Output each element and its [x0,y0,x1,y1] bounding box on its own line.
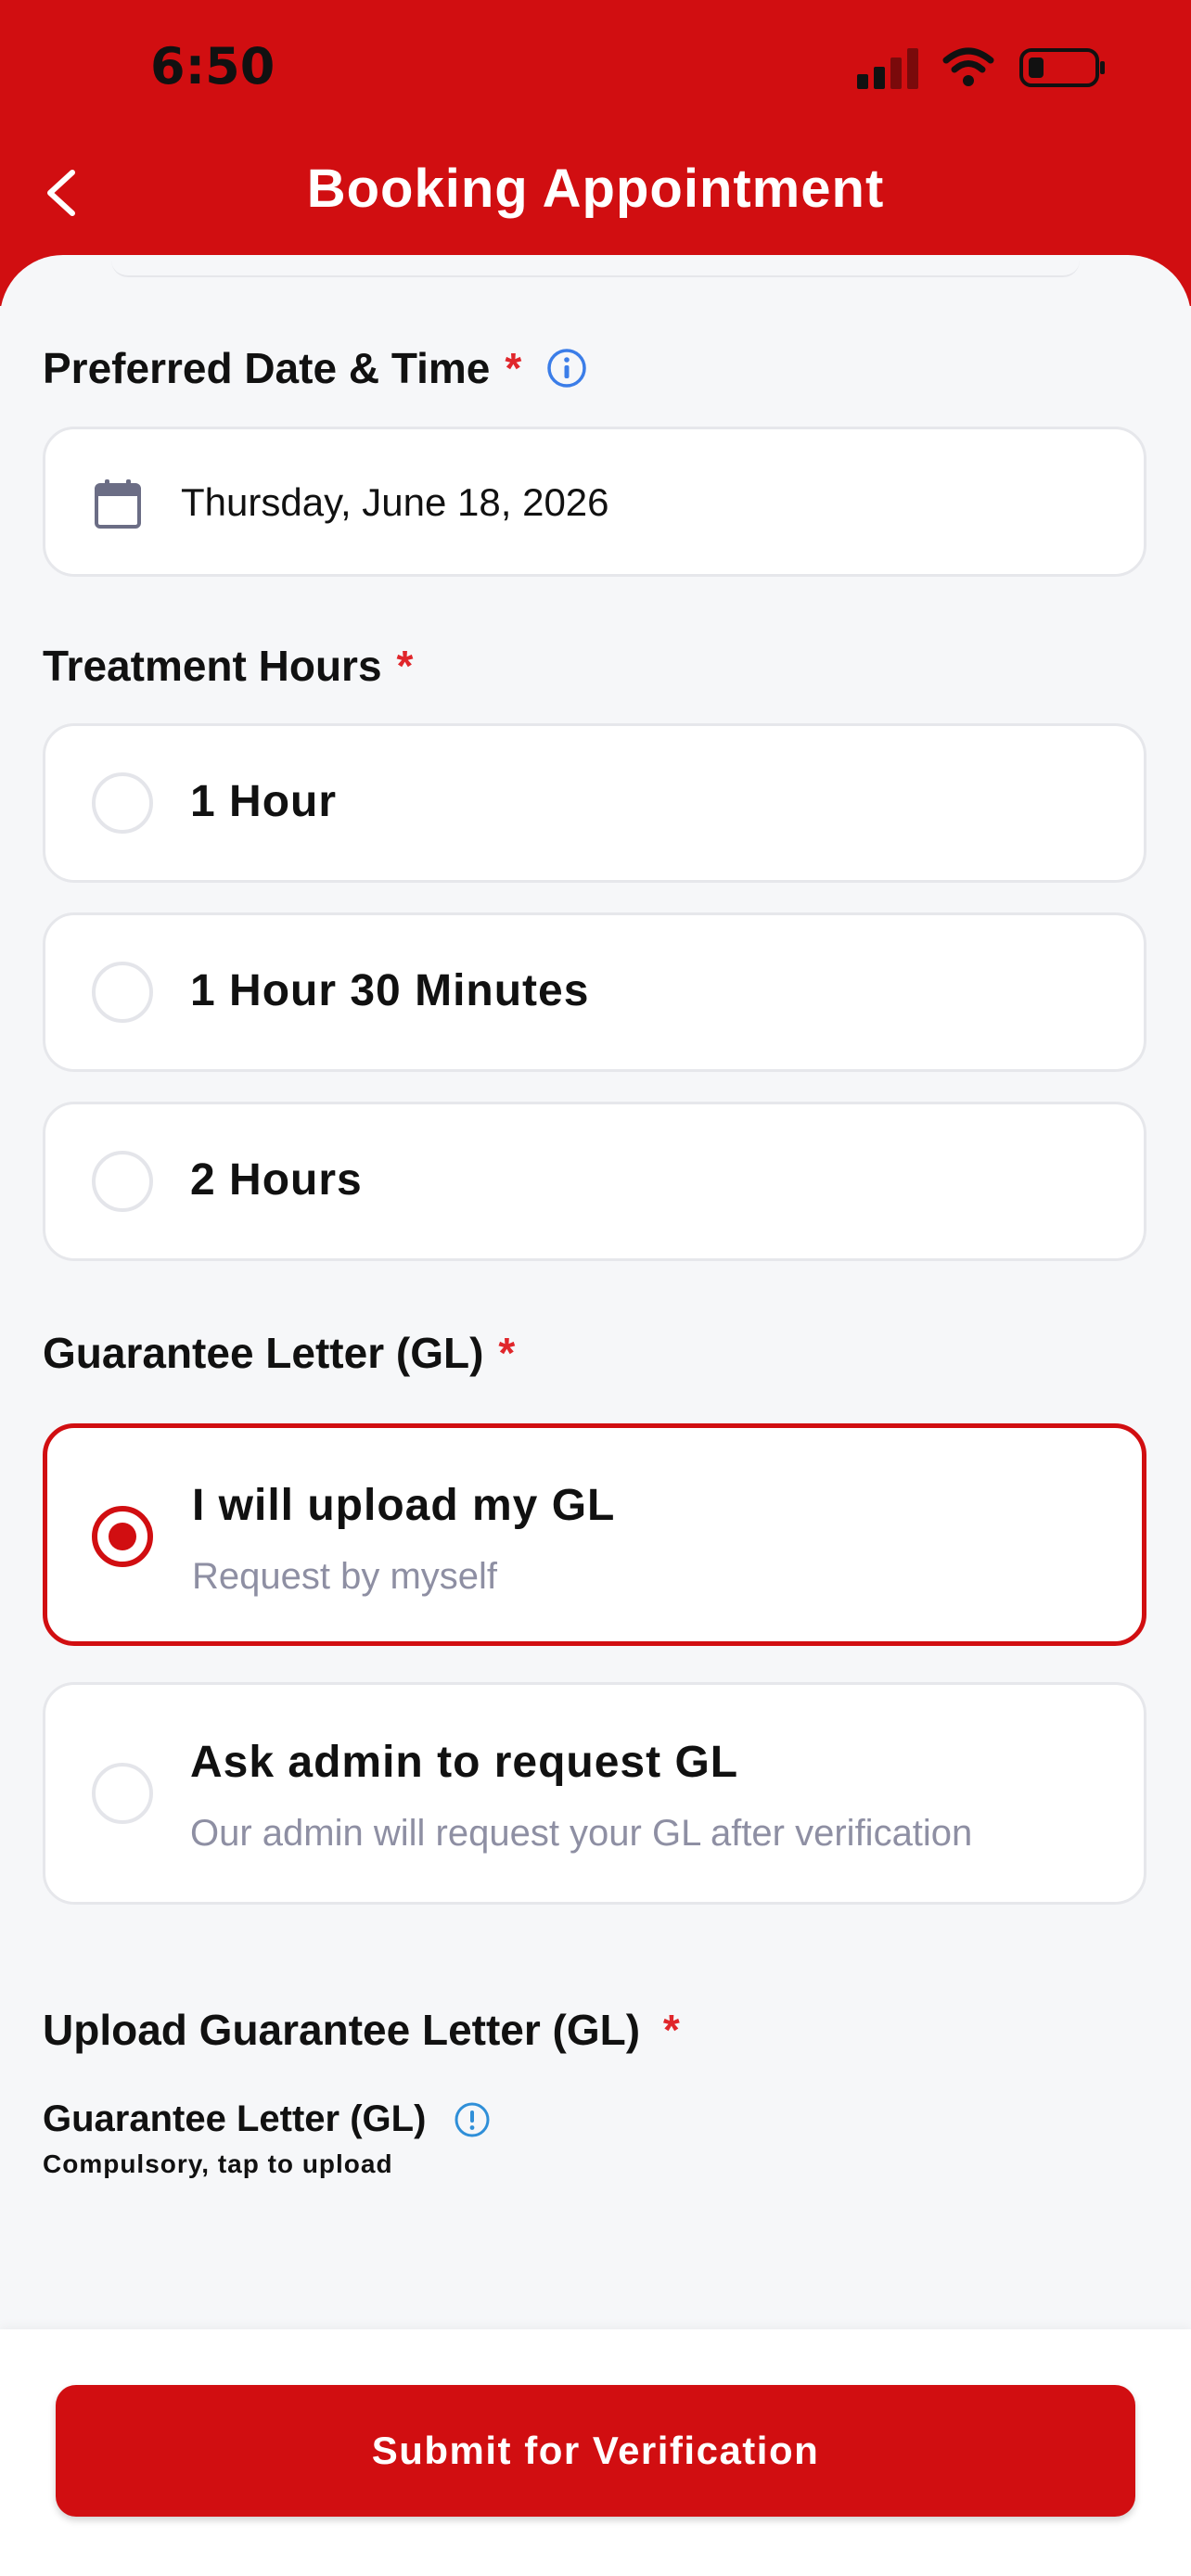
preferred-date-label-text: Preferred Date & Time [43,344,491,392]
radio-button-selected[interactable] [92,1506,153,1567]
upload-gl-label: Upload Guarantee Letter (GL) * [43,2005,680,2055]
battery-icon [1019,48,1105,87]
submit-for-verification-button[interactable]: Submit for Verification [56,2385,1135,2517]
date-picker-field[interactable]: Thursday, June 18, 2026 [43,427,1146,577]
page-title: Booking Appointment [306,159,885,219]
cellular-signal-icon [857,46,918,89]
radio-button[interactable] [92,772,153,834]
gl-label-text: Guarantee Letter (GL) [43,1329,484,1377]
treatment-option-1-hour[interactable]: 1 Hour [43,723,1146,883]
form-content: Preferred Date & Time * Thursday, June 1… [0,255,1191,2351]
upload-gl-field[interactable]: Guarantee Letter (GL) [43,2098,491,2140]
gl-option-subtitle: Our admin will request your GL after ver… [190,1813,973,1854]
required-mark: * [498,1329,516,1377]
option-label: 1 Hour 30 Minutes [190,966,590,1015]
option-label: 2 Hours [190,1155,363,1205]
gl-option-title: I will upload my GL [192,1481,616,1530]
treatment-option-1-hour-30[interactable]: 1 Hour 30 Minutes [43,912,1146,1072]
upload-hint: Compulsory, tap to upload [43,2149,393,2178]
calendar-icon [95,479,141,529]
preferred-date-label: Preferred Date & Time * [43,343,588,393]
wifi-icon [942,47,994,86]
date-value: Thursday, June 18, 2026 [181,480,609,524]
info-icon[interactable] [545,347,588,389]
option-label: 1 Hour [190,777,338,826]
status-time: 6:50 [150,37,275,96]
required-mark: * [662,2006,680,2054]
gl-option-subtitle: Request by myself [192,1556,498,1597]
treatment-hours-label-text: Treatment Hours [43,642,382,690]
treatment-option-2-hours[interactable]: 2 Hours [43,1102,1146,1261]
required-mark: * [505,344,522,392]
gl-option-upload-myself[interactable]: I will upload my GL Request by myself [43,1423,1146,1646]
radio-button[interactable] [92,962,153,1023]
status-icons [857,46,1108,89]
bottom-action-bar: Submit for Verification [0,2329,1191,2576]
gl-option-title: Ask admin to request GL [190,1738,739,1787]
scrolled-card-edge [111,255,1080,277]
upload-gl-label-text: Upload Guarantee Letter (GL) [43,2006,641,2054]
upload-field-label: Guarantee Letter (GL) [43,2098,427,2139]
alert-circle-icon[interactable] [454,2101,491,2138]
radio-button[interactable] [92,1151,153,1212]
gl-option-ask-admin[interactable]: Ask admin to request GL Our admin will r… [43,1682,1146,1905]
required-mark: * [396,642,414,690]
treatment-hours-label: Treatment Hours * [43,641,413,691]
radio-button[interactable] [92,1763,153,1824]
gl-label: Guarantee Letter (GL) * [43,1328,515,1378]
